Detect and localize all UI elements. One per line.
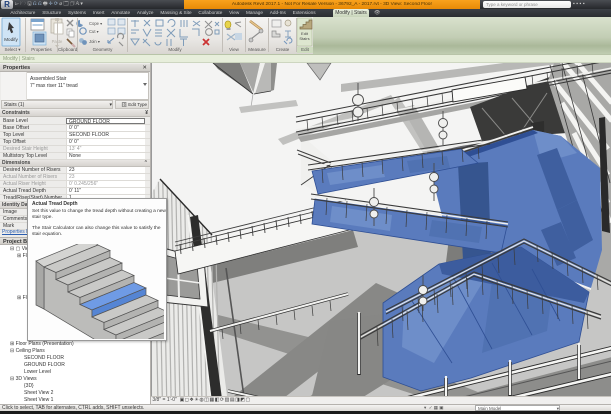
svg-text:Modify: Modify	[4, 37, 18, 42]
svg-text:Cope ▾: Cope ▾	[89, 21, 102, 26]
svg-text:Stairs: Stairs	[299, 36, 309, 41]
svg-text:Join ▾: Join ▾	[89, 39, 100, 44]
svg-text:Cut ▾: Cut ▾	[89, 29, 99, 34]
